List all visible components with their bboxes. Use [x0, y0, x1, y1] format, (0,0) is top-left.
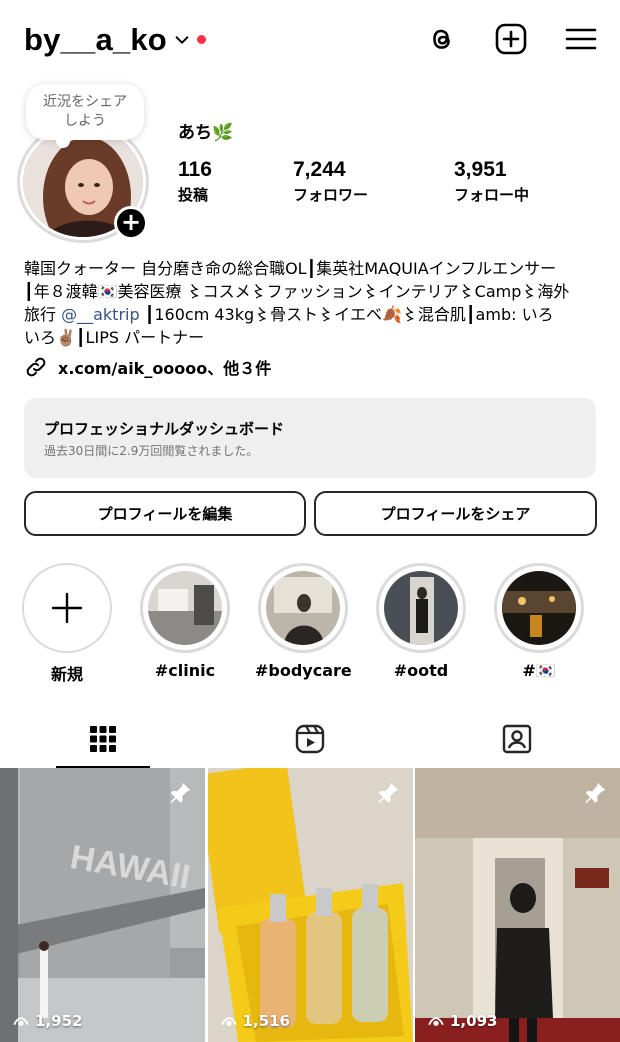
stat-followers-label: フォロワー	[293, 186, 369, 204]
view-count-value: 1,952	[35, 1012, 83, 1030]
note-text: 近況をシェア しよう	[43, 94, 127, 129]
highlight-label: 新規	[50, 665, 83, 684]
bio-line: いろ✌🏽┃LIPS パートナー	[24, 328, 205, 347]
play-count-icon	[428, 1017, 444, 1026]
menu-icon[interactable]	[564, 22, 598, 56]
top-bar: by__a_ko	[0, 0, 620, 84]
note-bubble[interactable]: 近況をシェア しよう	[26, 84, 144, 148]
pin-icon	[585, 782, 606, 804]
account-switcher[interactable]: by__a_ko	[24, 22, 206, 58]
highlight-cover	[384, 571, 458, 645]
stat-posts[interactable]: 116 投稿	[178, 158, 212, 205]
post-image	[415, 768, 620, 1042]
highlight-ootd[interactable]: #ootd	[373, 563, 469, 680]
bio-text: ┃160cm 43kg〻骨スト〻イエベ🍂〻混合肌┃amb: いろ	[144, 305, 554, 324]
stat-followers-value: 7,244	[293, 158, 346, 181]
new-post-icon[interactable]	[494, 22, 528, 56]
highlight-label: #ootd	[393, 661, 449, 680]
share-profile-button[interactable]: プロフィールをシェア	[314, 491, 597, 536]
post-tile[interactable]: HAWAII 1,952	[0, 768, 205, 1042]
highlight-clinic[interactable]: #clinic	[137, 563, 233, 680]
view-count: 1,093	[427, 1012, 497, 1030]
tab-reels[interactable]	[207, 710, 413, 768]
pin-icon	[377, 782, 398, 804]
chevron-down-icon	[175, 36, 189, 44]
view-count: 1,952	[12, 1012, 82, 1030]
reels-icon	[295, 724, 325, 754]
play-count-icon	[220, 1017, 237, 1026]
display-name: あち🌿	[178, 123, 234, 143]
bio: 韓国クォーター 自分磨き命の総合職OL┃集英社MAQUIAインフルエンサー ┃年…	[24, 257, 604, 349]
threads-icon[interactable]	[424, 22, 458, 56]
highlight-new[interactable]: 新規	[19, 563, 115, 685]
bio-line: ┃年８渡韓🇰🇷美容医療 〻コスメ〻ファッション〻インテリア〻Camp〻海外	[24, 282, 570, 301]
mention-link[interactable]: @__aktrip	[61, 305, 140, 324]
dashboard-title: プロフェッショナルダッシュボード	[44, 420, 285, 438]
dashboard-subtitle: 過去30日間に2.9万回閲覧されました。	[44, 444, 259, 458]
bio-line: 旅行 @__aktrip ┃160cm 43kg〻骨スト〻イエベ🍂〻混合肌┃am…	[24, 303, 604, 326]
post-image	[207, 768, 413, 1042]
link-icon	[26, 357, 46, 377]
tab-posts-grid[interactable]	[0, 710, 206, 768]
bio-text: 旅行	[24, 305, 57, 324]
view-count: 1,516	[220, 1012, 290, 1030]
highlight-korea[interactable]: #🇰🇷	[491, 563, 587, 680]
stat-posts-value: 116	[178, 158, 212, 181]
highlight-cover	[148, 571, 222, 645]
stat-following-label: フォロー中	[454, 186, 530, 204]
username: by__a_ko	[24, 22, 167, 57]
profile-tabs	[0, 710, 620, 768]
pin-icon	[170, 782, 191, 804]
tagged-icon	[502, 724, 532, 754]
external-link-text: x.com/aik_ooooo、他３件	[58, 359, 272, 378]
add-story-icon[interactable]: +	[114, 206, 148, 240]
posts-grid: HAWAII 1,952 1,516 1,093	[0, 768, 620, 1042]
post-tile[interactable]: 1,093	[415, 768, 620, 1042]
external-link[interactable]: x.com/aik_ooooo、他３件	[24, 355, 271, 379]
highlight-label: #clinic	[154, 661, 216, 680]
bio-line: 韓国クォーター 自分磨き命の総合職OL┃集英社MAQUIAインフルエンサー	[24, 259, 557, 278]
stat-posts-label: 投稿	[178, 186, 209, 204]
view-count-value: 1,516	[242, 1012, 290, 1030]
notification-dot	[196, 34, 206, 44]
professional-dashboard[interactable]: プロフェッショナルダッシュボード 過去30日間に2.9万回閲覧されました。	[24, 398, 596, 478]
view-count-value: 1,093	[450, 1012, 498, 1030]
stat-following[interactable]: 3,951 フォロー中	[454, 158, 529, 205]
highlight-label: #bodycare	[255, 661, 352, 680]
play-count-icon	[13, 1017, 29, 1026]
plus-icon	[22, 563, 112, 653]
grid-icon	[90, 726, 116, 752]
highlight-label: #🇰🇷	[522, 661, 556, 680]
edit-profile-button[interactable]: プロフィールを編集	[24, 491, 306, 536]
highlight-cover	[502, 571, 576, 645]
highlight-bodycare[interactable]: #bodycare	[255, 563, 352, 680]
post-tile[interactable]: 1,516	[207, 768, 413, 1042]
stat-followers[interactable]: 7,244 フォロワー	[293, 158, 368, 205]
highlight-cover	[266, 571, 340, 645]
tab-tagged[interactable]	[414, 710, 620, 768]
post-image: HAWAII	[0, 768, 205, 1042]
stat-following-value: 3,951	[454, 158, 507, 181]
